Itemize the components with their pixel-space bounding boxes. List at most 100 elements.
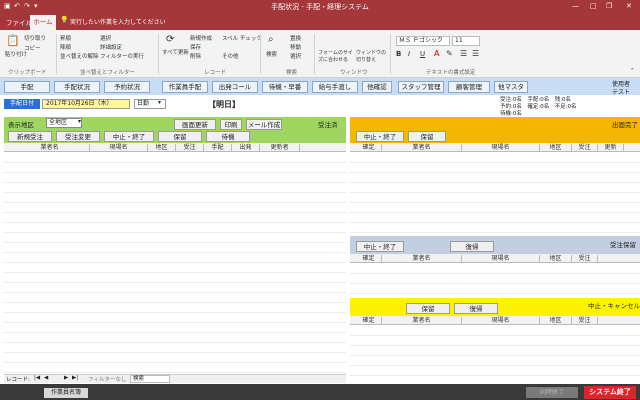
delete-record-button[interactable]: 削除 (190, 52, 201, 60)
italic-button[interactable]: I (408, 50, 410, 58)
font-select[interactable]: ＭＳ Ｐゴシック (396, 36, 450, 46)
record-search-input[interactable]: 検索 (130, 375, 170, 383)
nav-button-staff[interactable]: スタッフ管理 (398, 81, 444, 93)
chevron-down-icon[interactable]: ▾ (158, 99, 161, 106)
change-order-button[interactable]: 受注変更 (56, 131, 100, 142)
fit-form-button[interactable]: フォームのサイズに合わせる (318, 50, 354, 64)
area-select[interactable]: 全地区 (46, 118, 82, 128)
find-button[interactable]: 検索 (266, 50, 277, 58)
hold-button[interactable]: 保留 (406, 303, 450, 314)
sort-desc-button[interactable]: 降順 (60, 43, 71, 51)
cut-button[interactable]: 切り取り (24, 34, 46, 42)
filter-toggle-button[interactable]: フィルターの実行 (100, 52, 144, 60)
nav-button-other-check[interactable]: 他確認 (362, 81, 392, 93)
restore-button[interactable]: 復帰 (454, 303, 498, 314)
nav-button-reservation-status[interactable]: 予約状況 (104, 81, 150, 93)
column-header[interactable]: 業者名 (10, 144, 90, 152)
nav-button-departure-call[interactable]: 出発コール (212, 81, 258, 93)
column-header[interactable]: 更新者 (260, 144, 300, 152)
column-header[interactable]: 地区 (540, 144, 572, 152)
goto-button[interactable]: 移動 (290, 43, 301, 51)
nav-button-masters[interactable]: 他マスタ (494, 81, 528, 93)
shift-select[interactable]: 日勤 (134, 99, 166, 109)
new-order-button[interactable]: 新規受注 (8, 131, 52, 142)
system-exit-button[interactable]: システム終了 (584, 386, 636, 399)
orders-table-body[interactable] (4, 153, 346, 373)
tab-home[interactable]: ホーム (30, 15, 56, 30)
close-icon[interactable]: ✕ (626, 2, 632, 10)
font-size-select[interactable]: 11 (452, 36, 480, 46)
highlight-icon[interactable]: ✎ (446, 49, 453, 58)
align-left-icon[interactable]: ☰ (460, 49, 467, 58)
sort-asc-button[interactable]: 昇順 (60, 34, 71, 42)
hold-button[interactable]: 保留 (158, 131, 202, 142)
completed-table-body[interactable] (350, 153, 640, 235)
nav-button-customers[interactable]: 顧客管理 (448, 81, 490, 93)
nav-button-standby[interactable]: 待機・早番 (262, 81, 308, 93)
tell-me-input[interactable]: 実行したい作業を入力してください (70, 17, 166, 26)
select-button[interactable]: 選択 (290, 52, 301, 60)
minimize-icon[interactable]: — (572, 2, 579, 10)
copy-button[interactable]: コピー (24, 44, 41, 52)
tab-worker-roster[interactable]: 作業員名簿 (44, 388, 88, 398)
chevron-down-icon[interactable]: ▾ (78, 118, 81, 125)
spell-check-button[interactable]: スペル チェック (222, 34, 262, 42)
more-button[interactable]: その他 (222, 52, 239, 60)
print-button[interactable]: 印刷 (220, 119, 242, 130)
refresh-screen-button[interactable]: 画面更新 (174, 119, 216, 130)
cancel-end-button[interactable]: 中止・終了 (356, 241, 404, 252)
column-header[interactable]: 受注 (572, 255, 598, 263)
align-center-icon[interactable]: ☰ (472, 49, 479, 58)
next-record-icon[interactable]: ▶ (64, 375, 68, 381)
column-header[interactable]: 確定 (356, 255, 382, 263)
column-header[interactable]: 受注 (572, 317, 598, 325)
filter-advanced-button[interactable]: 詳細設定 (100, 43, 122, 51)
column-header[interactable]: 地区 (540, 317, 572, 325)
first-record-icon[interactable]: |◀ (34, 375, 40, 381)
filter-select-button[interactable]: 選択 (100, 34, 111, 42)
column-header[interactable]: 受注 (572, 144, 598, 152)
column-header[interactable]: 受注 (176, 144, 204, 152)
nav-button-payroll[interactable]: 給与手渡し (312, 81, 358, 93)
date-field[interactable]: 2017年10月26日（木） (42, 99, 130, 109)
filter-status[interactable]: フィルターなし (88, 375, 126, 383)
column-header[interactable]: 確定 (356, 144, 382, 152)
new-record-button[interactable]: 新規作成 (190, 34, 212, 42)
nav-button-arrange[interactable]: 手配 (4, 81, 50, 93)
tab-file[interactable]: ファイル (6, 17, 32, 27)
restore-button[interactable]: 復帰 (450, 241, 494, 252)
maximize-icon[interactable]: □ (590, 2, 597, 10)
create-mail-button[interactable]: メール作成 (246, 119, 282, 130)
prev-record-icon[interactable]: ◀ (44, 375, 48, 381)
column-header[interactable]: 出発 (232, 144, 260, 152)
magnifier-icon[interactable]: ⌕ (268, 34, 274, 45)
paste-icon[interactable]: 📋 (6, 34, 20, 47)
column-header[interactable]: 現場名 (90, 144, 148, 152)
bold-button[interactable]: B (396, 50, 401, 58)
replace-button[interactable]: 置換 (290, 34, 301, 42)
standby-button[interactable]: 待機 (206, 131, 250, 142)
restore-icon[interactable]: ❐ (606, 2, 612, 10)
nav-button-arrange-status[interactable]: 手配状況 (54, 81, 100, 93)
hold-table-body[interactable] (350, 264, 640, 296)
cancelled-table-body[interactable] (350, 326, 640, 382)
last-record-icon[interactable]: ▶| (72, 375, 78, 381)
hold-button[interactable]: 保留 (408, 131, 446, 142)
column-header[interactable]: 業者名 (382, 317, 462, 325)
refresh-icon[interactable]: ⟳ (166, 34, 174, 45)
font-color-icon[interactable]: A (434, 49, 439, 58)
column-header[interactable]: 更新 (598, 144, 624, 152)
column-header[interactable]: 手配 (204, 144, 232, 152)
refresh-all-button[interactable]: すべて更新 (162, 48, 189, 56)
collapse-ribbon-icon[interactable]: ⌃ (630, 68, 635, 74)
column-header[interactable]: 現場名 (462, 255, 540, 263)
column-header[interactable]: 地区 (148, 144, 176, 152)
column-header[interactable]: 地区 (540, 255, 572, 263)
column-header[interactable]: 業者名 (382, 255, 462, 263)
cancel-end-button[interactable]: 中止・終了 (104, 131, 154, 142)
sort-clear-button[interactable]: 並べ替えの解除 (60, 52, 99, 60)
column-header[interactable]: 現場名 (462, 317, 540, 325)
column-header[interactable]: 確定 (356, 317, 382, 325)
column-header[interactable]: 業者名 (382, 144, 462, 152)
cancel-end-button[interactable]: 中止・終了 (356, 131, 404, 142)
